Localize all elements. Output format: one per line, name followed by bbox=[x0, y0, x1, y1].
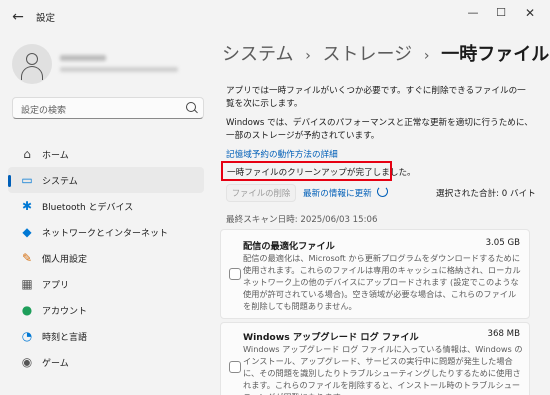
refresh-link[interactable]: 最新の情報に更新 bbox=[303, 187, 372, 199]
sidebar-item-label: 個人用設定 bbox=[42, 255, 88, 265]
app-title: 設定 bbox=[36, 13, 56, 24]
close-icon[interactable]: ✕ bbox=[522, 6, 538, 20]
personalization-icon: ✎ bbox=[21, 251, 33, 265]
user-head-icon bbox=[26, 53, 38, 65]
item-checkbox[interactable] bbox=[229, 361, 241, 373]
reserved-storage-text: Windows では、デバイスのパフォーマンスと正常な更新を適切に行うために、一… bbox=[226, 118, 533, 141]
item-size: 3.05 GB bbox=[485, 238, 520, 248]
refresh-icon[interactable] bbox=[377, 186, 388, 197]
gaming-icon: ◉ bbox=[21, 355, 33, 369]
network-icon: ◆ bbox=[22, 225, 32, 239]
title-bar: ← 設定 — ☐ ✕ bbox=[0, 0, 550, 32]
remove-files-button[interactable]: ファイルの削除 bbox=[226, 184, 296, 202]
sidebar-item-label: Bluetooth とデバイス bbox=[42, 203, 134, 213]
item-title: 配信の最適化ファイル bbox=[243, 241, 335, 252]
breadcrumb-separator: › bbox=[305, 48, 311, 64]
settings-search-input[interactable]: 設定の検索 bbox=[12, 97, 204, 119]
last-scan-time: 最終スキャン日時: 2025/06/03 15:06 bbox=[226, 215, 378, 225]
search-placeholder: 設定の検索 bbox=[21, 106, 67, 116]
item-description: Windows アップグレード ログ ファイルに入っている情報は、Windows… bbox=[243, 344, 523, 395]
sidebar: 設定の検索 ⌂ ホーム ▭ システム ✱ Bluetooth とデバイス ◆ ネットワークとイ… bbox=[0, 32, 210, 395]
cleanup-complete-message: 一時ファイルのクリーンアップが完了しました。 bbox=[227, 168, 416, 178]
user-profile[interactable] bbox=[12, 44, 202, 84]
list-item: 配信の最適化ファイル 3.05 GB 配信の最適化は、Microsoft から更… bbox=[220, 229, 530, 319]
sidebar-item-accounts[interactable]: ● アカウント bbox=[8, 297, 204, 323]
blurred-user-email bbox=[60, 67, 178, 72]
sidebar-item-gaming[interactable]: ◉ ゲーム bbox=[8, 349, 204, 375]
item-checkbox[interactable] bbox=[229, 268, 241, 280]
accounts-icon: ● bbox=[21, 303, 33, 317]
breadcrumb: システム › ストレージ › 一時ファイル bbox=[222, 40, 549, 66]
blurred-user-name bbox=[60, 55, 106, 61]
system-icon: ▭ bbox=[21, 173, 33, 187]
sidebar-item-system[interactable]: ▭ システム bbox=[8, 167, 204, 193]
item-size: 368 MB bbox=[487, 329, 520, 339]
list-item: Windows アップグレード ログ ファイル 368 MB Windows ア… bbox=[220, 322, 530, 395]
search-icon[interactable] bbox=[186, 102, 196, 112]
cleanup-complete-highlight: 一時ファイルのクリーンアップが完了しました。 bbox=[221, 161, 416, 181]
breadcrumb-separator: › bbox=[423, 48, 430, 64]
back-arrow-icon[interactable]: ← bbox=[8, 7, 28, 27]
avatar bbox=[12, 44, 52, 84]
maximize-icon[interactable]: ☐ bbox=[493, 6, 509, 19]
total-selected: 選択された合計: 0 バイト bbox=[436, 189, 536, 199]
sidebar-item-label: システム bbox=[42, 177, 78, 187]
sidebar-item-personalization[interactable]: ✎ 個人用設定 bbox=[8, 245, 204, 271]
sidebar-item-network[interactable]: ◆ ネットワークとインターネット bbox=[8, 219, 204, 245]
sidebar-item-home[interactable]: ⌂ ホーム bbox=[8, 141, 204, 167]
sidebar-item-label: アプリ bbox=[42, 281, 70, 291]
sidebar-item-bluetooth[interactable]: ✱ Bluetooth とデバイス bbox=[8, 193, 204, 219]
sidebar-item-label: ゲーム bbox=[42, 359, 69, 369]
bluetooth-icon: ✱ bbox=[21, 199, 33, 213]
sidebar-item-label: ネットワークとインターネット bbox=[42, 229, 169, 239]
apps-icon: ▦ bbox=[21, 277, 33, 291]
intro-text: アプリでは一時ファイルがいくつか必要です。すぐに削除できるファイルの一覧を次に示… bbox=[226, 86, 526, 109]
time-language-icon: ◔ bbox=[21, 329, 33, 343]
sidebar-item-label: アカウント bbox=[42, 307, 88, 317]
item-title: Windows アップグレード ログ ファイル bbox=[243, 332, 419, 343]
page-title: 一時ファイル bbox=[441, 44, 550, 65]
sidebar-item-apps[interactable]: ▦ アプリ bbox=[8, 271, 204, 297]
item-description: 配信の最適化は、Microsoft から更新プログラムをダウンロードするために使… bbox=[243, 253, 521, 311]
breadcrumb-storage[interactable]: ストレージ bbox=[323, 44, 413, 65]
user-body-icon bbox=[21, 66, 43, 80]
home-icon: ⌂ bbox=[23, 147, 31, 161]
sidebar-item-time-language[interactable]: ◔ 時刻と言語 bbox=[8, 323, 204, 349]
breadcrumb-system[interactable]: システム bbox=[222, 44, 293, 65]
sidebar-item-label: ホーム bbox=[42, 151, 69, 161]
reserved-storage-link[interactable]: 記憶域予約の動作方法の詳細 bbox=[226, 148, 338, 160]
minimize-icon[interactable]: — bbox=[465, 6, 481, 19]
sidebar-item-label: 時刻と言語 bbox=[42, 333, 88, 343]
